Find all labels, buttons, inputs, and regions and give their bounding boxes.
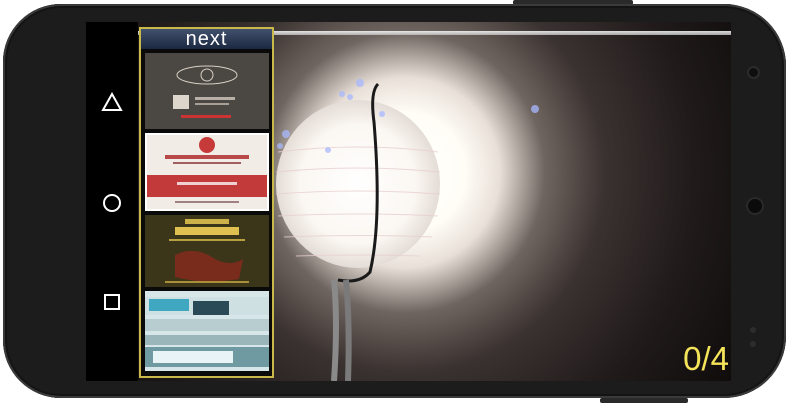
poster-thumbnail-4[interactable]: [145, 291, 269, 371]
next-button[interactable]: next: [141, 29, 272, 49]
poster-image: [145, 291, 269, 371]
poster-thumbnail-2[interactable]: [145, 133, 269, 211]
home-button[interactable]: [96, 187, 128, 219]
circle-home-icon: [103, 194, 121, 212]
proximity-sensor: [746, 197, 764, 215]
phone-screen: vatoria next: [86, 22, 731, 381]
recent-apps-button[interactable]: [96, 286, 128, 318]
poster-image: [145, 215, 269, 287]
square-recent-icon: [104, 294, 120, 310]
image-counter: 0/4: [683, 340, 729, 377]
back-button[interactable]: [96, 86, 128, 118]
speaker-dot: [750, 327, 756, 333]
thumbnail-panel: next: [139, 27, 274, 378]
poster-thumbnail-1[interactable]: [145, 53, 269, 129]
poster-image: [145, 53, 269, 129]
power-button: [600, 398, 688, 403]
front-camera: [747, 66, 760, 79]
triangle-back-icon: [101, 92, 123, 111]
navigation-bar: [86, 22, 138, 381]
speaker-dot: [750, 341, 756, 347]
poster-thumbnail-3[interactable]: [145, 215, 269, 287]
poster-image: [147, 135, 267, 209]
